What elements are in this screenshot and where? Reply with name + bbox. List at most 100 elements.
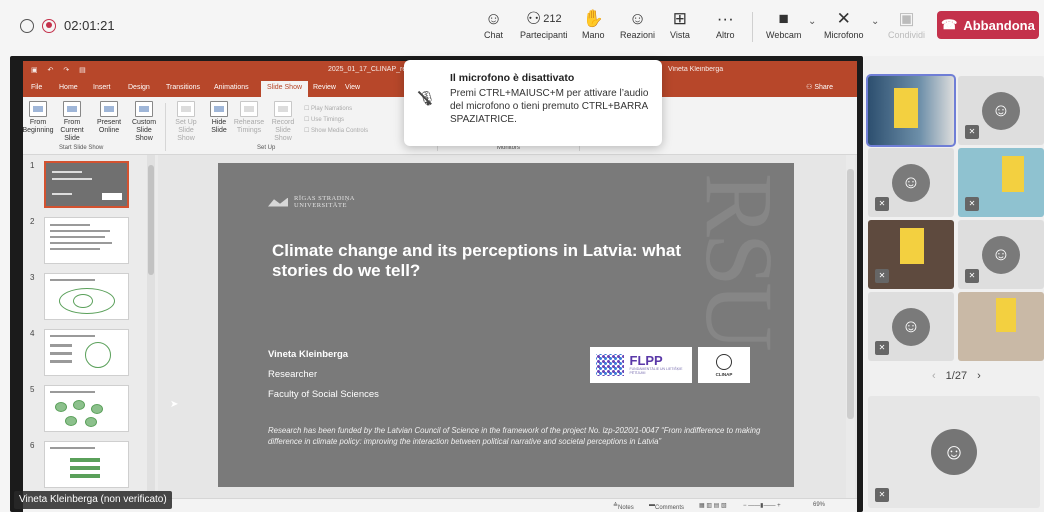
slideshow-icon	[63, 101, 81, 117]
clinap-icon	[716, 353, 732, 370]
mic-off-icon: ✕	[875, 341, 889, 355]
microphone-label: Microfono	[824, 30, 864, 40]
present-online-icon	[100, 101, 118, 117]
slide-thumbnail-2[interactable]	[44, 217, 129, 264]
university-name: RĪGAS STRADIŅA UNIVERSITĀTE	[294, 195, 355, 209]
webcam-button[interactable]: ■ Webcam	[766, 8, 801, 40]
avatar-icon: ☺	[892, 307, 930, 346]
reactions-button[interactable]: ☺ Reazioni	[620, 8, 655, 40]
meeting-toolbar: 02:01:21 ☺ Chat ⚇ 212 Partecipanti ✋ Mano…	[0, 0, 1044, 54]
tab-animations[interactable]: Animations	[214, 84, 249, 91]
participant-tile[interactable]	[958, 292, 1044, 361]
quick-access-icons[interactable]: ▣ ↶ ↷ ▤	[31, 66, 90, 74]
from-beginning-button[interactable]: From Beginning	[23, 101, 54, 135]
present-online-button[interactable]: Present Online	[94, 101, 124, 135]
comments-button[interactable]: ▬ Comments	[649, 502, 684, 511]
scrollbar-thumb[interactable]	[148, 165, 154, 275]
tab-file[interactable]: File	[31, 84, 42, 91]
clinap-logo: CLINAP	[698, 347, 750, 383]
zoom-slider[interactable]: − ——▮—— +	[743, 502, 781, 509]
group-setup-label: Set Up	[257, 145, 276, 151]
tab-slide-show[interactable]: Slide Show	[261, 81, 309, 97]
participant-tile[interactable]: ☺ ✕	[868, 148, 954, 217]
tab-view[interactable]: View	[345, 84, 360, 91]
chat-button[interactable]: ☺ Chat	[484, 8, 503, 40]
notes-button[interactable]: ≙ Notes	[613, 502, 634, 511]
participant-tile-large[interactable]: ☺ ✕	[868, 396, 1040, 508]
slide-thumbnail-1[interactable]	[44, 161, 129, 208]
participants-button[interactable]: ⚇ 212 Partecipanti	[520, 8, 568, 40]
ppt-filename: 2025_01_17_CLINAP_reu	[328, 66, 411, 73]
camera-off-icon: ■	[778, 9, 789, 28]
hide-slide-button[interactable]: Hide Slide	[207, 101, 231, 135]
zoom-level[interactable]: 69%	[813, 502, 825, 508]
participant-tile[interactable]: ☺ ✕	[868, 292, 954, 361]
setup-icon	[177, 101, 195, 117]
toolbar-divider	[752, 12, 753, 42]
tab-transitions[interactable]: Transitions	[166, 84, 200, 91]
tab-home[interactable]: Home	[59, 84, 78, 91]
play-narrations-option[interactable]: ☐ Play Narrations	[304, 105, 352, 112]
slide-thumbnail-3[interactable]	[44, 273, 129, 320]
smiley-icon: ☺	[628, 9, 647, 28]
slide-thumbnail-6[interactable]	[44, 441, 129, 488]
rehearse-icon	[240, 101, 258, 117]
custom-show-button[interactable]: Custom Slide Show	[127, 101, 161, 143]
use-timings-option[interactable]: ☐ Use Timings	[304, 116, 344, 123]
custom-show-label: Custom Slide Show	[131, 119, 157, 142]
view-label: Vista	[670, 30, 690, 40]
university-name-line1: RĪGAS STRADIŅA	[294, 195, 355, 202]
chevron-left-icon[interactable]: ‹	[932, 370, 936, 382]
share-screen-icon: ▣	[898, 9, 915, 28]
mic-off-icon: 🎙	[418, 90, 436, 106]
mic-off-icon: ✕	[875, 488, 889, 502]
view-mode-icons[interactable]: ▦ ▥ ▤ ▧	[699, 502, 727, 509]
slide-title: Climate change and its perceptions in La…	[272, 241, 682, 280]
participant-face	[1002, 156, 1024, 192]
setup-show-button[interactable]: Set Up Slide Show	[169, 101, 203, 143]
participants-count: 212	[543, 13, 562, 25]
participant-tile[interactable]: ☺ ✕	[958, 220, 1044, 289]
participant-tile[interactable]: ✕	[868, 220, 954, 289]
mic-off-icon: ✕	[875, 197, 889, 211]
avatar-icon: ☺	[892, 163, 930, 202]
microphone-button[interactable]: ✕ Microfono	[824, 8, 864, 40]
rehearse-button[interactable]: Rehearse Timings	[234, 101, 264, 135]
slide-thumbnail-4[interactable]	[44, 329, 129, 376]
thumbnails-scrollbar[interactable]	[147, 155, 155, 498]
tab-review[interactable]: Review	[313, 84, 336, 91]
share-button[interactable]: ▣ Condividi	[888, 8, 925, 40]
chevron-right-icon[interactable]: ›	[977, 370, 981, 382]
slide-thumbnail-5[interactable]	[44, 385, 129, 432]
flpp-subtitle: FUNDAMENTĀLIE UN LIETIŠĶIE PĒTĪJUMI	[629, 367, 683, 375]
tab-insert[interactable]: Insert	[93, 84, 111, 91]
chevron-down-icon[interactable]: ⌄	[871, 16, 879, 27]
clinap-name: CLINAP	[715, 371, 733, 377]
from-current-label: From Current Slide	[60, 119, 84, 142]
participant-tile[interactable]	[866, 74, 956, 147]
university-name-line2: UNIVERSITĀTE	[294, 202, 347, 209]
meeting-status: 02:01:21	[20, 18, 115, 33]
use-timings-label: Use Timings	[311, 117, 345, 123]
participant-tile[interactable]: ☺ ✕	[958, 76, 1044, 145]
leave-button[interactable]: ☎ Abbandona	[937, 11, 1039, 39]
from-current-button[interactable]: From Current Slide	[55, 101, 89, 143]
participant-tile[interactable]: ✕	[958, 148, 1044, 217]
tab-design[interactable]: Design	[128, 84, 150, 91]
setup-show-label: Set Up Slide Show	[175, 119, 197, 142]
mic-muted-notification: 🎙 Il microfono è disattivato Premi CTRL+…	[404, 60, 662, 146]
more-button[interactable]: ··· Altro	[716, 8, 735, 40]
view-button[interactable]: ⊞ Vista	[670, 8, 690, 40]
show-media-option[interactable]: ☐ Show Media Controls	[304, 127, 368, 134]
raise-hand-button[interactable]: ✋ Mano	[582, 8, 605, 40]
ppt-share-button[interactable]: ⚇ Share	[806, 83, 833, 91]
grid-icon: ⊞	[672, 9, 688, 28]
current-slide[interactable]: RSU RĪGAS STRADIŅA UNIVERSITĀTE Climate …	[218, 163, 794, 487]
scrollbar-thumb[interactable]	[847, 169, 854, 419]
slide-scrollbar[interactable]	[846, 155, 855, 498]
hand-icon: ✋	[582, 9, 604, 28]
participant-face	[900, 228, 924, 264]
participant-face	[996, 298, 1016, 332]
chevron-down-icon[interactable]: ⌄	[808, 16, 816, 27]
record-button[interactable]: Record Slide Show	[267, 101, 299, 143]
